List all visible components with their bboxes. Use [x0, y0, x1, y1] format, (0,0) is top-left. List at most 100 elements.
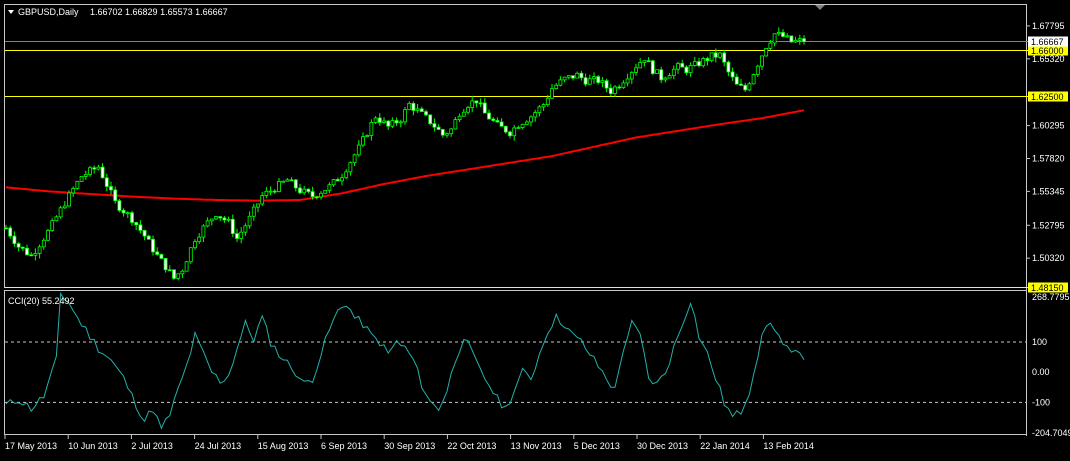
candle-bear [394, 120, 399, 124]
candle-bear [377, 117, 382, 123]
cci-tick-label: -100 [1032, 397, 1050, 407]
candle-bull [37, 246, 42, 254]
candle-bull [760, 55, 764, 67]
candle-bear [20, 246, 25, 249]
candle-bear [650, 60, 655, 74]
candle-bull [327, 184, 332, 191]
time-tick-label: 13 Nov 2013 [511, 441, 562, 451]
candle-bear [503, 125, 508, 133]
triangle-down-icon[interactable] [8, 10, 14, 14]
candle-bear [684, 66, 689, 74]
ohlc-values: 1.66702 1.66829 1.65573 1.66667 [90, 7, 228, 17]
candle-bull [785, 35, 790, 38]
candle-bull [747, 83, 752, 91]
candle-bull [251, 206, 256, 217]
chart-shift-marker-icon[interactable] [815, 5, 825, 10]
cci-tick-label: -204.7049 [1032, 428, 1070, 438]
candle-bear [142, 230, 147, 237]
candle-bear [440, 129, 445, 136]
candle-bull [71, 188, 76, 194]
candle-bull [33, 252, 38, 256]
price-tick-label: 1.65320 [1032, 54, 1065, 64]
candle-bull [537, 106, 542, 113]
candle-bull [197, 236, 202, 243]
candle-bull [592, 76, 596, 80]
price-tick-label: 1.52795 [1032, 220, 1065, 230]
candle-bull [50, 220, 55, 231]
time-tick-label: 22 Oct 2013 [447, 441, 496, 451]
candle-bull [356, 144, 361, 156]
candle-bear [802, 38, 806, 43]
candle-bear [163, 258, 168, 271]
time-tick-label: 2 Jul 2013 [131, 441, 173, 451]
candle-bull [382, 120, 386, 123]
candle-bull [457, 115, 462, 120]
candle-bear [134, 222, 139, 226]
price-axis: 1.67795 1.65320 1.60295 1.57820 1.55345 1.527… [1026, 21, 1065, 263]
candle-bear [306, 188, 311, 192]
time-tick-label: 13 Feb 2014 [763, 441, 814, 451]
cci-tick-label: 268.7795 [1032, 292, 1070, 302]
candle-bear [726, 61, 731, 73]
candle-bull [562, 76, 567, 81]
candle-bull [226, 218, 231, 221]
candle-bear [734, 76, 739, 85]
horizontal-levels: 1.660001.625001.481501.66667 [5, 36, 1068, 293]
candle-bull [83, 174, 88, 177]
cci-indicator: 268.7795 100 0.00 -100 -204.7049 [5, 291, 1070, 438]
candle-bull [340, 177, 344, 182]
time-tick-label: 6 Sep 2013 [321, 441, 367, 451]
candle-bull [79, 176, 84, 182]
candle-bull [575, 72, 580, 79]
candle-bull [793, 39, 798, 43]
candle-bull [671, 68, 676, 77]
candle-bear [781, 32, 785, 37]
candle-bear [117, 200, 122, 211]
candle-bear [424, 111, 428, 116]
candle-bear [298, 187, 302, 194]
candle-bear [482, 102, 487, 114]
candle-bear [697, 61, 701, 67]
candle-bear [722, 52, 727, 63]
candle-bull [663, 77, 668, 81]
time-tick-label: 5 Dec 2013 [574, 441, 620, 451]
candle-bear [743, 84, 748, 91]
symbol-label: GBPUSD,Daily [18, 7, 79, 17]
candle-bear [579, 72, 584, 79]
candle-bear [172, 269, 176, 279]
candle-bull [634, 67, 638, 73]
candle-bull [365, 135, 370, 137]
candle-bull [701, 58, 706, 67]
price-tick-label: 1.57820 [1032, 153, 1065, 163]
candle-bull [461, 111, 466, 117]
candle-bear [272, 190, 277, 193]
candle-bear [293, 179, 298, 189]
candle-bear [25, 247, 29, 256]
candle-bull [466, 107, 470, 113]
candle-bear [617, 86, 622, 89]
candle-bull [331, 179, 336, 186]
candle-bear [222, 217, 227, 221]
candle-bull [41, 239, 46, 248]
candle-bull [352, 154, 357, 164]
candle-bull [512, 127, 517, 137]
candle-bear [4, 227, 8, 230]
candle-bull [390, 120, 395, 127]
candle-bear [739, 83, 743, 86]
candle-bull [772, 33, 777, 44]
candle-bear [705, 58, 710, 62]
candle-bear [167, 269, 172, 272]
candle-bull [768, 42, 773, 49]
price-chart[interactable]: GBPUSD,Daily 1.66702 1.66829 1.65573 1.6… [0, 0, 1070, 456]
cci-panel-frame [4, 290, 1027, 435]
cci-tick-label: 0.00 [1032, 367, 1050, 377]
candle-bull [688, 65, 693, 74]
candle-bull [58, 207, 63, 218]
candle-bull [558, 79, 563, 86]
candle-bear [335, 179, 340, 182]
candle-bull [96, 166, 101, 170]
candle-bear [218, 216, 223, 219]
time-tick-label: 15 Aug 2013 [258, 441, 309, 451]
candle-bull [470, 100, 475, 108]
candle-bear [596, 76, 601, 83]
